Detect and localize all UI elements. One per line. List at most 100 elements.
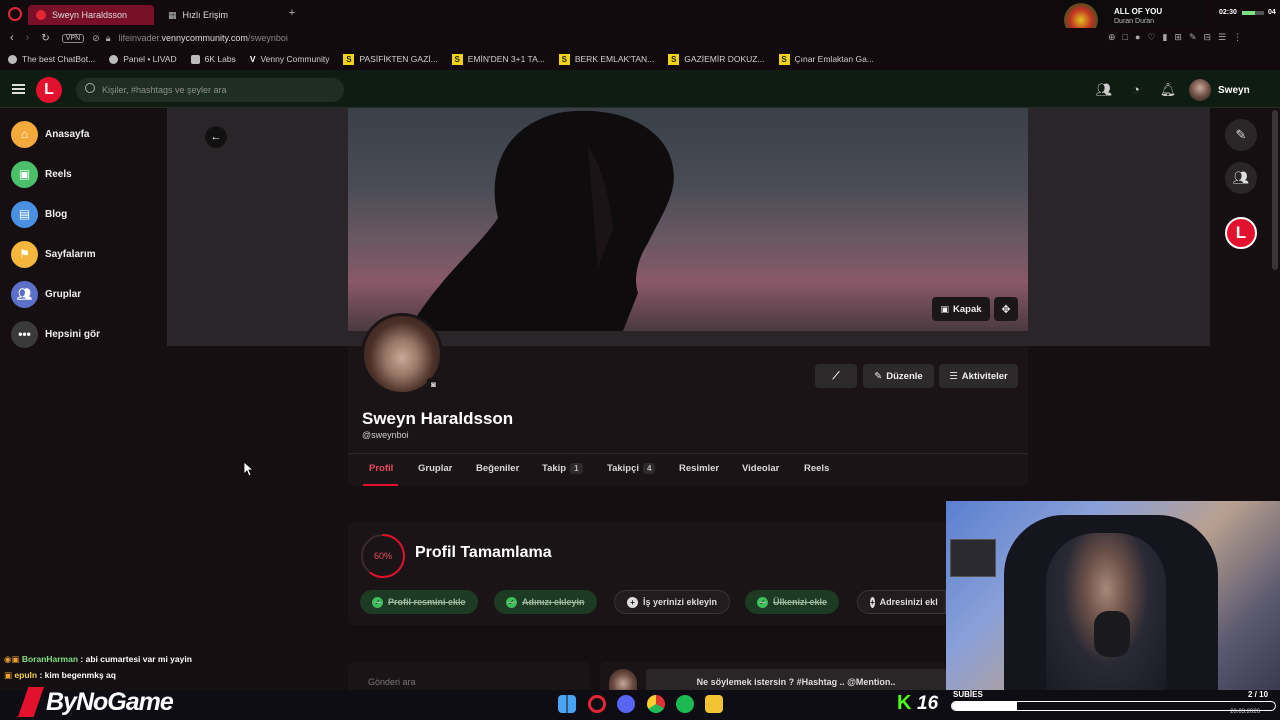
chat-badge-icon: ▣	[4, 670, 13, 680]
sidebar-item-reels[interactable]: ▣ Reels	[11, 160, 72, 188]
sidebar-item-label: Blog	[45, 208, 68, 220]
messages-icon[interactable]: ◔	[1126, 80, 1146, 100]
bookmark-panel[interactable]: Panel • LIVAD	[109, 54, 177, 64]
windows-start-icon[interactable]	[558, 695, 576, 713]
bookmark-gaziemir[interactable]: S GAZİEMİR DOKUZ...	[668, 53, 765, 65]
activities-button[interactable]: ☰ Aktiviteler	[939, 364, 1018, 388]
tab-sweyn-haraldsson[interactable]: Sweyn Haraldsson	[28, 5, 154, 25]
s-icon: S	[343, 53, 355, 65]
add-friend-button[interactable]: 👥︎	[1225, 162, 1257, 194]
reload-icon[interactable]: ↻	[41, 33, 49, 44]
clock-date: 20.03.2026	[1230, 709, 1261, 715]
reposition-cover-button[interactable]: ✥	[994, 297, 1018, 321]
webcam-microphone	[1094, 611, 1130, 657]
stats-button[interactable]: ⟋	[815, 364, 857, 388]
chip-add-profile-photo[interactable]: ✓ Profil resmini ekle	[360, 590, 478, 614]
profile-name: Sweyn Haraldsson	[362, 409, 514, 428]
sidebar-item-label: Gruplar	[45, 288, 82, 300]
url-field[interactable]: lifeinvader.vennycommunity.com/sweynboi	[118, 33, 287, 43]
bookmark-chatbot[interactable]: The best ChatBot...	[8, 54, 95, 64]
edit-button[interactable]: ✎ Düzenle	[863, 364, 934, 388]
bookmark-emin[interactable]: S EMİN'DEN 3+1 TA...	[451, 53, 545, 65]
chrome-icon[interactable]	[647, 695, 665, 713]
opera-taskbar-icon[interactable]	[588, 695, 606, 713]
cover-button[interactable]: ▣ Kapak	[932, 297, 990, 321]
cover-silhouette	[408, 110, 674, 331]
composer-avatar	[609, 669, 637, 690]
hamburger-menu-icon[interactable]	[12, 84, 25, 94]
lifeinvader-rail-logo[interactable]: L	[1225, 217, 1257, 249]
subs-label: SUBİES	[953, 690, 983, 699]
tab-followers[interactable]: Takipçi 4	[607, 463, 656, 474]
avatar[interactable]	[1189, 79, 1211, 101]
flag-icon: ⚑	[11, 240, 38, 268]
tab-profile[interactable]: Profil	[369, 463, 393, 474]
chip-add-address[interactable]: + Adresinizi ekl	[857, 590, 946, 614]
cover-button-label: Kapak	[953, 303, 982, 315]
s-icon: S	[778, 53, 790, 65]
reels-icon: ▣	[11, 160, 38, 188]
webcam-amp	[950, 539, 996, 577]
bookmark-cinar[interactable]: S Çınar Emlaktan Ga...	[778, 53, 874, 65]
discord-icon[interactable]	[617, 695, 635, 713]
bookmark-venny[interactable]: V Venny Community	[250, 54, 330, 64]
subs-progress-bar	[951, 701, 1276, 711]
sidebar-item-pages[interactable]: ⚑ Sayfalarım	[11, 240, 96, 268]
chat-message: ▣ epuln : kim begenmkş aq	[4, 670, 116, 681]
list-icon: ☰	[949, 370, 958, 382]
sidebar-item-groups[interactable]: 👥︎ Gruplar	[11, 280, 81, 308]
search-input[interactable]: Kişiler, #hashtags ve şeyler ara	[76, 78, 344, 102]
address-bar: ‹ › ↻ VPN ⊘ 🔒︎ lifeinvader.vennycommunit…	[0, 28, 1280, 48]
tab-quick-access[interactable]: ▦ Hızlı Erişim	[160, 5, 284, 25]
chatbot-icon	[8, 54, 17, 64]
composer-input[interactable]: Ne söylemek istersin ? #Hashtag .. @Ment…	[646, 669, 946, 690]
create-post-button[interactable]: ✎	[1225, 119, 1257, 151]
tab-groups[interactable]: Gruplar	[418, 463, 452, 474]
bookmark-pasifik[interactable]: S PASİFİKTEN GAZİ...	[343, 53, 438, 65]
back-icon[interactable]: ‹	[10, 32, 14, 44]
friends-icon[interactable]: 👥︎	[1094, 80, 1114, 100]
extension-icons[interactable]: ⊕□●♡▮⊞✎⊟☰⋮	[1108, 32, 1249, 43]
back-button[interactable]: ←	[205, 126, 227, 148]
notifications-bell-icon[interactable]: 🔔︎	[1158, 80, 1178, 100]
tab-reels[interactable]: Reels	[804, 463, 829, 474]
post-search-input[interactable]: Gönderi ara	[348, 662, 590, 690]
panel-icon	[109, 54, 119, 64]
lifeinvader-logo[interactable]: L	[36, 77, 62, 103]
kick-logo-icon: K	[897, 692, 912, 714]
new-tab-button[interactable]: +	[286, 7, 298, 19]
camera-icon[interactable]: ◙	[427, 378, 440, 391]
search-icon	[85, 83, 95, 93]
tab-likes[interactable]: Beğeniler	[476, 463, 519, 474]
url-path: /sweynboi	[247, 33, 288, 43]
sidebar-item-label: Hepsini gör	[45, 328, 101, 340]
vpn-badge[interactable]: VPN	[61, 33, 85, 43]
sidebar-item-see-all[interactable]: ••• Hepsini gör	[11, 320, 100, 348]
forward-icon[interactable]: ›	[26, 32, 30, 44]
plus-circle-icon: +	[870, 596, 875, 608]
tracking-icon[interactable]: ⊘	[92, 33, 100, 44]
bookmark-berk[interactable]: S BERK EMLAK'TAN...	[558, 53, 654, 65]
tab-videos[interactable]: Videolar	[742, 463, 779, 474]
chip-add-name[interactable]: ✓ Adınızı ekleyin	[494, 590, 597, 614]
file-explorer-icon[interactable]	[705, 695, 723, 713]
trend-chart-icon: ⟋	[832, 370, 840, 382]
header-user-name[interactable]: Sweyn	[1218, 85, 1250, 96]
page-scrollbar[interactable]	[1272, 110, 1278, 270]
s-icon: S	[451, 53, 463, 65]
bookmark-6k-labs[interactable]: 6K Labs	[190, 54, 236, 64]
spotify-icon[interactable]	[676, 695, 694, 713]
tab-following[interactable]: Takip 1	[542, 463, 583, 474]
chip-add-workplace[interactable]: + İş yerinizi ekleyin	[614, 590, 731, 614]
opera-logo-icon[interactable]	[8, 7, 22, 21]
chip-add-country[interactable]: ✓ Ülkenizi ekle	[745, 590, 840, 614]
sidebar-item-home[interactable]: ⌂ Anasayfa	[11, 120, 89, 148]
sidebar-item-blog[interactable]: ▤ Blog	[11, 200, 67, 228]
tab-photos[interactable]: Resimler	[679, 463, 719, 474]
chat-user: BoranHarman	[21, 654, 79, 664]
cover-photo: ▣ Kapak ✥	[348, 108, 1028, 331]
s-icon: S	[558, 53, 570, 65]
activities-button-label: Aktiviteler	[961, 370, 1008, 382]
labs-icon	[190, 54, 200, 64]
track-title: ALL OF YOU	[1114, 7, 1163, 16]
